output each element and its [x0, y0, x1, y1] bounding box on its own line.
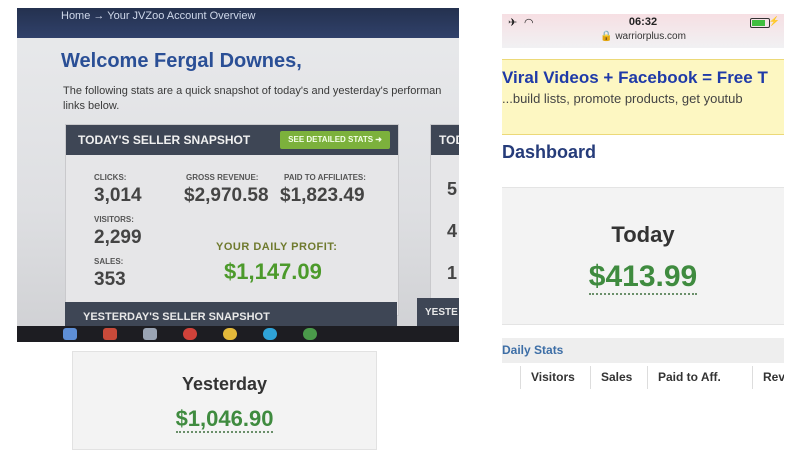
dock-app-icon[interactable] [183, 328, 197, 340]
column-paid-to-aff[interactable]: Paid to Aff. [647, 366, 721, 389]
yesterday-value[interactable]: $1,046.90 [175, 406, 274, 433]
yesterday-value-wrap: $1,046.90 [73, 406, 376, 433]
dock-app-icon[interactable] [63, 328, 77, 340]
visitors-value: 2,299 [94, 227, 142, 248]
second-card-value-1: 5 [447, 179, 458, 199]
address-bar[interactable]: 🔒 warriorplus.com [502, 31, 784, 42]
breadcrumb[interactable]: Home → Your JVZoo Account Overview [61, 10, 255, 22]
dock-app-icon[interactable] [143, 328, 157, 340]
banner-headline[interactable]: Viral Videos + Facebook = Free T [502, 68, 768, 88]
mobile-warriorplus-panel: ✈ ◠ 06:32 🔒 warriorplus.com ⚡ Viral Vide… [502, 14, 784, 389]
today-card: Today $413.99 [502, 187, 784, 325]
dock-app-icon[interactable] [303, 328, 317, 340]
welcome-heading: Welcome Fergal Downes, [61, 50, 302, 72]
second-card-title: TOD [431, 125, 459, 155]
intro-text: The following stats are a quick snapshot… [63, 85, 442, 112]
sales-value: 353 [94, 269, 126, 290]
top-bar: Home → Your JVZoo Account Overview [17, 8, 459, 38]
daily-profit-label: YOUR DAILY PROFIT: [216, 241, 338, 253]
paid-to-affiliates-label: PAID TO AFFILIATES: [284, 173, 366, 182]
daily-stats-header: Daily Stats [502, 338, 784, 363]
today-seller-snapshot: TODAY'S SELLER SNAPSHOT SEE DETAILED STA… [65, 124, 399, 316]
second-snapshot-card: TOD 5 4 1 [430, 124, 459, 316]
see-detailed-stats-button[interactable]: SEE DETAILED STATS ➜ [280, 131, 390, 149]
visitors-label: VISITORS: [94, 215, 134, 224]
daily-stats-columns: Visitors Sales Paid to Aff. Rev [502, 366, 784, 389]
clock: 06:32 [628, 16, 658, 28]
sales-label: SALES: [94, 257, 124, 266]
mobile-status-bar: ✈ ◠ 06:32 🔒 warriorplus.com ⚡ [502, 14, 784, 48]
yesterday-title: Yesterday [181, 374, 268, 394]
gross-revenue-label: GROSS REVENUE: [186, 173, 259, 182]
snapshot-header: TODAY'S SELLER SNAPSHOT SEE DETAILED STA… [66, 125, 398, 155]
snapshot-title: TODAY'S SELLER SNAPSHOT [78, 133, 251, 147]
gross-revenue-value: $2,970.58 [184, 185, 269, 206]
column-sales[interactable]: Sales [590, 366, 632, 389]
daily-profit-value: $1,147.09 [224, 259, 322, 284]
column-visitors[interactable]: Visitors [520, 366, 575, 389]
clicks-label: CLICKS: [94, 173, 127, 182]
skype-icon[interactable] [263, 328, 277, 340]
second-card-value-2: 4 [447, 221, 458, 241]
chrome-icon[interactable] [223, 328, 237, 340]
banner-subtext: ...build lists, promote products, get yo… [502, 91, 743, 106]
dashboard-heading: Dashboard [502, 142, 597, 162]
column-revenue[interactable]: Rev [752, 366, 784, 389]
jvzoo-photo-panel: Home → Your JVZoo Account Overview Welco… [17, 8, 459, 342]
second-card-value-3: 1 [447, 263, 458, 283]
yesterday-card: Yesterday $1,046.90 [72, 351, 377, 450]
taskbar [17, 326, 459, 342]
today-value-wrap: $413.99 [502, 260, 784, 295]
battery-icon [750, 18, 770, 28]
today-value[interactable]: $413.99 [588, 260, 698, 295]
today-title: Today [611, 222, 675, 247]
yesterday-snapshot-header-partial: YESTE [417, 298, 459, 328]
charging-icon: ⚡ [768, 16, 780, 26]
clicks-value: 3,014 [94, 185, 142, 206]
promo-banner[interactable]: Viral Videos + Facebook = Free T ...buil… [502, 59, 784, 135]
dock-app-icon[interactable] [103, 328, 117, 340]
paid-to-affiliates-value: $1,823.49 [280, 185, 365, 206]
